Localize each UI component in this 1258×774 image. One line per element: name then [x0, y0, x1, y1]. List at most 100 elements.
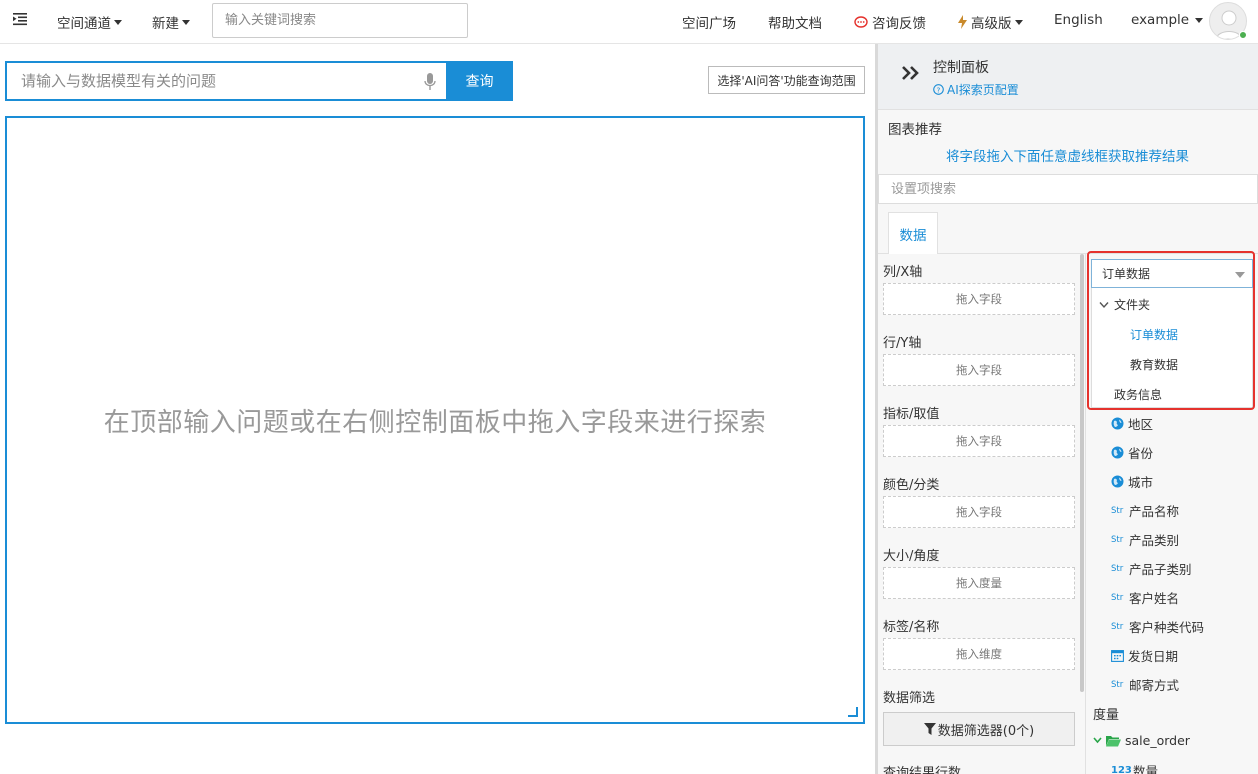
field-name: 产品名称 — [1129, 504, 1180, 519]
field-item-product-subcategory[interactable]: Str 产品子类别 — [1111, 559, 1192, 578]
field-name: 产品子类别 — [1129, 562, 1192, 577]
dataset-option-order[interactable]: 订单数据 — [1130, 326, 1178, 343]
field-item-ship-method[interactable]: Str 邮寄方式 — [1111, 675, 1179, 694]
caret-down-icon — [1014, 19, 1023, 25]
advanced-edition-menu[interactable]: 高级版 — [958, 12, 1023, 32]
chart-recommend-title: 图表推荐 — [888, 122, 942, 138]
label-name-drop-zone[interactable]: 拖入维度 — [883, 638, 1075, 670]
field-name: 产品类别 — [1129, 533, 1180, 548]
field-name: 客户姓名 — [1129, 591, 1180, 606]
help-docs-link[interactable]: 帮助文档 — [768, 12, 822, 32]
field-item-province[interactable]: 省份 — [1111, 443, 1153, 462]
funnel-icon — [923, 723, 936, 735]
user-menu[interactable]: example — [1131, 12, 1204, 28]
chevron-down-icon — [1099, 301, 1109, 308]
lightning-icon — [958, 15, 967, 29]
exploration-canvas[interactable]: 在顶部输入问题或在右侧控制面板中拖入字段来进行探索 — [5, 116, 865, 724]
string-type-icon: Str — [1111, 621, 1124, 632]
microphone-icon[interactable] — [424, 73, 436, 91]
ai-scope-button[interactable]: 选择'AI问答'功能查询范围 — [708, 66, 865, 94]
question-box — [5, 61, 446, 101]
field-item-customer-name[interactable]: Str 客户姓名 — [1111, 588, 1179, 607]
keyword-search-input[interactable] — [212, 3, 468, 38]
field-item-region[interactable]: 地区 — [1111, 414, 1153, 433]
ai-config-label: AI探索页配置 — [947, 83, 1019, 97]
field-item-quantity[interactable]: 123 数量 — [1111, 761, 1158, 774]
caret-down-icon — [1195, 17, 1204, 23]
question-circle-icon: ? — [933, 84, 944, 95]
caret-down-icon — [182, 19, 190, 25]
double-chevron-right-icon[interactable] — [901, 65, 921, 81]
field-name: 地区 — [1128, 417, 1154, 432]
x-axis-drop-zone[interactable]: 拖入字段 — [883, 283, 1075, 315]
dataset-option-education[interactable]: 教育数据 — [1130, 356, 1178, 373]
metric-drop-zone[interactable]: 拖入字段 — [883, 425, 1075, 457]
column-divider — [1085, 254, 1086, 774]
field-name: 省份 — [1128, 446, 1154, 461]
settings-search-input[interactable] — [878, 174, 1258, 204]
string-type-icon: Str — [1111, 505, 1124, 516]
feedback-link[interactable]: 咨询反馈 — [854, 12, 926, 32]
query-result-rows-label: 查询结果行数 — [883, 766, 962, 774]
space-channel-menu[interactable]: 空间通道 — [57, 12, 122, 32]
y-axis-drop-zone[interactable]: 拖入字段 — [883, 354, 1075, 386]
field-name: 客户种类代码 — [1129, 620, 1205, 635]
svg-text:?: ? — [937, 85, 941, 94]
control-panel-title: 控制面板 — [933, 60, 989, 76]
string-type-icon: Str — [1111, 592, 1124, 603]
data-filter-label: 数据筛选 — [883, 691, 936, 706]
settings-scrollbar[interactable] — [1080, 254, 1084, 692]
measures-section-label: 度量 — [1093, 708, 1120, 723]
resize-handle-icon[interactable] — [848, 707, 858, 717]
label-name-label: 标签/名称 — [883, 620, 940, 635]
ai-config-link[interactable]: ? AI探索页配置 — [933, 81, 1019, 98]
dataset-folder-label: 文件夹 — [1114, 298, 1151, 312]
field-name: 发货日期 — [1128, 649, 1179, 664]
y-axis-label: 行/Y轴 — [883, 336, 922, 351]
globe-icon — [1111, 446, 1124, 459]
string-type-icon: Str — [1111, 563, 1124, 574]
data-filter-button-label: 数据筛选器(0个) — [937, 723, 1035, 739]
canvas-hint-text: 在顶部输入问题或在右侧控制面板中拖入字段来进行探索 — [103, 407, 767, 438]
field-item-city[interactable]: 城市 — [1111, 472, 1153, 491]
top-navbar: 空间通道 新建 空间广场 帮助文档 咨询反馈 高级版 English examp… — [0, 0, 1258, 44]
control-panel-header — [878, 44, 1258, 110]
color-label: 颜色/分类 — [883, 478, 940, 493]
dataset-select[interactable]: 订单数据 — [1091, 259, 1253, 288]
dataset-selected-value: 订单数据 — [1102, 267, 1151, 281]
globe-icon — [1111, 417, 1124, 430]
caret-down-icon — [1235, 272, 1245, 278]
field-item-product-category[interactable]: Str 产品类别 — [1111, 530, 1179, 549]
caret-down-icon — [114, 19, 122, 25]
number-type-icon: 123 — [1111, 765, 1132, 774]
user-name: example — [1131, 12, 1190, 28]
tab-data[interactable]: 数据 — [888, 212, 938, 254]
space-plaza-link[interactable]: 空间广场 — [682, 12, 736, 32]
metric-label: 指标/取值 — [883, 407, 940, 422]
create-menu[interactable]: 新建 — [152, 12, 190, 32]
color-drop-zone[interactable]: 拖入字段 — [883, 496, 1075, 528]
dataset-option-government[interactable]: 政务信息 — [1114, 386, 1162, 403]
menu-toggle-icon[interactable] — [13, 12, 27, 26]
data-filter-button[interactable]: 数据筛选器(0个) — [883, 712, 1075, 746]
question-input[interactable] — [7, 63, 446, 99]
field-name: 数量 — [1133, 764, 1159, 774]
create-label: 新建 — [152, 16, 179, 32]
calendar-icon — [1111, 650, 1124, 662]
query-button[interactable]: 查询 — [446, 61, 513, 101]
dataset-folder-node[interactable]: 文件夹 — [1099, 296, 1150, 313]
size-drop-zone[interactable]: 拖入度量 — [883, 567, 1075, 599]
field-item-product-name[interactable]: Str 产品名称 — [1111, 501, 1179, 520]
field-item-customer-type-code[interactable]: Str 客户种类代码 — [1111, 617, 1204, 636]
chat-bubble-icon — [854, 15, 868, 28]
field-item-ship-date[interactable]: 发货日期 — [1111, 646, 1178, 665]
advanced-edition-label: 高级版 — [971, 16, 1012, 32]
dataset-dropdown-menu: 文件夹 订单数据 教育数据 政务信息 — [1091, 288, 1253, 408]
string-type-icon: Str — [1111, 534, 1124, 545]
chart-recommend-hint: 将字段拖入下面任意虚线框获取推荐结果 — [946, 149, 1189, 165]
space-channel-label: 空间通道 — [57, 16, 111, 32]
online-status-dot — [1239, 31, 1247, 39]
measure-folder-sale-order[interactable]: sale_order — [1093, 733, 1190, 748]
string-type-icon: Str — [1111, 679, 1124, 690]
language-switch[interactable]: English — [1054, 12, 1103, 28]
